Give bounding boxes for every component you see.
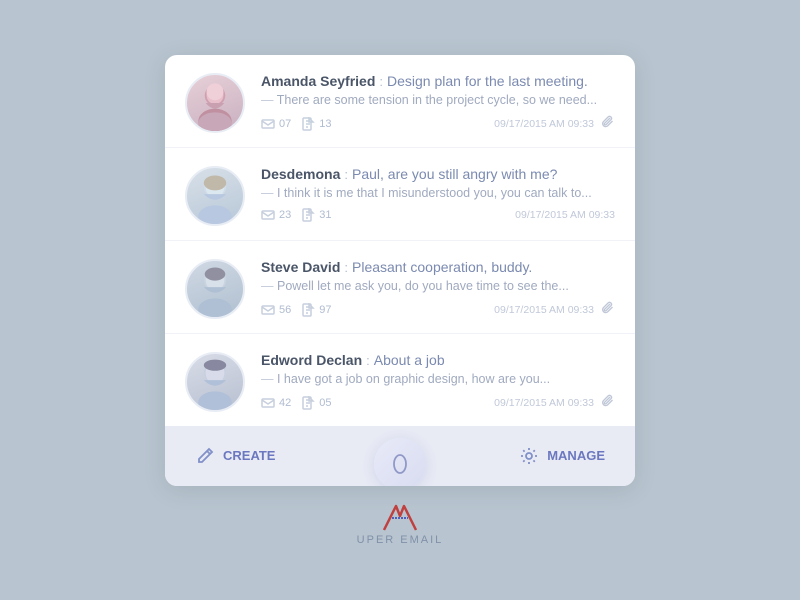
email-card: Amanda Seyfried : Design plan for the la… <box>165 55 635 486</box>
pencil-icon <box>195 446 215 466</box>
sender-name: Desdemona <box>261 166 340 182</box>
message-item[interactable]: Edword Declan : About a job I have got a… <box>165 334 635 426</box>
message-meta: 56 97 09/17/2015 AM 09:33 <box>261 301 615 319</box>
brand-logo <box>376 502 424 532</box>
doc-count: 97 <box>319 304 331 316</box>
bottom-bar: CREATE MANAGE <box>165 426 635 486</box>
message-preview: There are some tension in the project cy… <box>261 93 615 107</box>
attachment-icon <box>602 394 615 412</box>
doc-icon <box>301 208 315 222</box>
avatar <box>185 352 245 412</box>
message-meta: 23 31 09/17/2015 AM 09:33 <box>261 208 615 222</box>
meta-icons: 07 13 <box>261 117 332 131</box>
outer-wrapper: Amanda Seyfried : Design plan for the la… <box>165 55 635 546</box>
mail-count: 23 <box>279 209 291 221</box>
mail-icon <box>261 396 275 410</box>
message-content: Amanda Seyfried : Design plan for the la… <box>261 73 615 133</box>
message-header: Desdemona : Paul, are you still angry wi… <box>261 166 615 182</box>
message-item[interactable]: Desdemona : Paul, are you still angry wi… <box>165 148 635 241</box>
message-preview: I think it is me that I misunderstood yo… <box>261 186 615 200</box>
create-label: CREATE <box>223 448 275 463</box>
avatar <box>185 166 245 226</box>
meta-icons: 56 97 <box>261 303 332 317</box>
sender-name: Steve David <box>261 259 340 275</box>
message-preview: Powell let me ask you, do you have time … <box>261 279 615 293</box>
doc-icon <box>301 117 315 131</box>
mail-icon <box>261 208 275 222</box>
message-header: Steve David : Pleasant cooperation, budd… <box>261 259 615 275</box>
meta-right: 09/17/2015 AM 09:33 <box>494 394 615 412</box>
meta-icons: 23 31 <box>261 208 332 222</box>
manage-label: MANAGE <box>547 448 605 463</box>
message-header: Edword Declan : About a job <box>261 352 615 368</box>
doc-icon <box>301 303 315 317</box>
avatar <box>185 259 245 319</box>
brand: UPER EMAIL <box>357 502 444 546</box>
message-content: Desdemona : Paul, are you still angry wi… <box>261 166 615 222</box>
doc-count: 05 <box>319 397 331 409</box>
message-subject: About a job <box>374 352 445 368</box>
doc-icon-group: 13 <box>301 117 331 131</box>
zero-icon <box>388 452 412 476</box>
doc-count: 31 <box>319 209 331 221</box>
meta-right: 09/17/2015 AM 09:33 <box>494 301 615 319</box>
sender-name: Edword Declan <box>261 352 362 368</box>
message-list: Amanda Seyfried : Design plan for the la… <box>165 55 635 426</box>
message-content: Edword Declan : About a job I have got a… <box>261 352 615 412</box>
mail-icon <box>261 117 275 131</box>
doc-icon-group: 05 <box>301 396 331 410</box>
doc-icon-group: 31 <box>301 208 331 222</box>
mail-count: 42 <box>279 397 291 409</box>
message-header: Amanda Seyfried : Design plan for the la… <box>261 73 615 89</box>
message-meta: 42 05 09/17/2015 AM 09:33 <box>261 394 615 412</box>
attachment-icon <box>602 301 615 319</box>
message-subject: Pleasant cooperation, buddy. <box>352 259 532 275</box>
brand-text: UPER EMAIL <box>357 534 444 546</box>
doc-icon-group: 97 <box>301 303 331 317</box>
message-item[interactable]: Steve David : Pleasant cooperation, budd… <box>165 241 635 334</box>
manage-button[interactable]: MANAGE <box>519 446 605 466</box>
fab-button[interactable] <box>374 438 426 486</box>
mail-count: 07 <box>279 118 291 130</box>
create-button[interactable]: CREATE <box>195 446 275 466</box>
message-date: 09/17/2015 AM 09:33 <box>494 397 594 409</box>
attachment-icon <box>602 115 615 133</box>
mail-icon-group: 07 <box>261 117 291 131</box>
message-content: Steve David : Pleasant cooperation, budd… <box>261 259 615 319</box>
mail-icon-group: 56 <box>261 303 291 317</box>
message-item[interactable]: Amanda Seyfried : Design plan for the la… <box>165 55 635 148</box>
mail-icon <box>261 303 275 317</box>
meta-icons: 42 05 <box>261 396 332 410</box>
message-subject: Paul, are you still angry with me? <box>352 166 557 182</box>
mail-icon-group: 42 <box>261 396 291 410</box>
message-date: 09/17/2015 AM 09:33 <box>494 304 594 316</box>
mail-count: 56 <box>279 304 291 316</box>
meta-right: 09/17/2015 AM 09:33 <box>494 115 615 133</box>
gear-icon <box>519 446 539 466</box>
mail-icon-group: 23 <box>261 208 291 222</box>
message-subject: Design plan for the last meeting. <box>387 73 588 89</box>
avatar <box>185 73 245 133</box>
doc-count: 13 <box>319 118 331 130</box>
doc-icon <box>301 396 315 410</box>
sender-name: Amanda Seyfried <box>261 73 375 89</box>
message-meta: 07 13 09/17/2015 AM 09:33 <box>261 115 615 133</box>
message-date: 09/17/2015 AM 09:33 <box>515 209 615 221</box>
message-preview: I have got a job on graphic design, how … <box>261 372 615 386</box>
meta-right: 09/17/2015 AM 09:33 <box>515 209 615 221</box>
message-date: 09/17/2015 AM 09:33 <box>494 118 594 130</box>
